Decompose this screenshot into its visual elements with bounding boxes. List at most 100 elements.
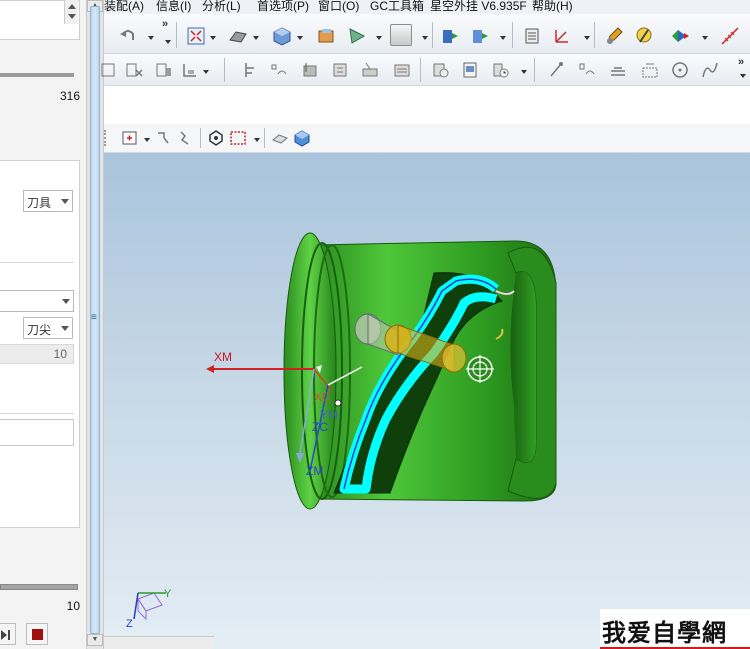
display-mode-dropdown-icon[interactable] bbox=[702, 36, 708, 40]
document-list-icon[interactable] bbox=[522, 26, 542, 46]
lower-value: 10 bbox=[66, 599, 80, 613]
chevron-down-icon bbox=[61, 326, 69, 331]
menu-gc-toolkit[interactable]: GC工具箱 bbox=[370, 0, 424, 14]
measure-icon[interactable] bbox=[180, 60, 200, 80]
upper-slider[interactable] bbox=[0, 73, 74, 77]
method-select[interactable] bbox=[0, 290, 74, 312]
csys-icon[interactable] bbox=[552, 26, 572, 46]
orient-view-dropdown-icon[interactable] bbox=[297, 36, 303, 40]
toolbar-separator bbox=[534, 58, 535, 82]
curve-icon[interactable] bbox=[700, 60, 720, 80]
axis-label-zc: ZC bbox=[312, 420, 328, 434]
undo-dropdown-icon[interactable] bbox=[148, 36, 154, 40]
menu-analysis[interactable]: 分析(L) bbox=[202, 0, 241, 14]
value-field-text: 10 bbox=[53, 347, 67, 361]
display-mode-icon[interactable] bbox=[670, 26, 690, 46]
value-field[interactable]: 10 bbox=[0, 344, 74, 364]
toolbar-separator bbox=[420, 58, 421, 82]
path-4-icon[interactable] bbox=[640, 60, 660, 80]
operation-1-icon[interactable] bbox=[240, 60, 260, 80]
xm-arrow-icon bbox=[206, 365, 214, 373]
toolbar-separator bbox=[512, 22, 513, 48]
orient-view-icon[interactable] bbox=[272, 26, 292, 46]
menu-window[interactable]: 窗口(O) bbox=[318, 0, 359, 14]
box-select-icon[interactable] bbox=[228, 128, 248, 148]
delete-object-icon[interactable] bbox=[124, 60, 144, 80]
toolbar-overflow-icon[interactable]: » bbox=[162, 18, 168, 30]
move-layer-icon[interactable] bbox=[470, 26, 490, 46]
operation-3-icon[interactable] bbox=[300, 60, 320, 80]
output-icon[interactable] bbox=[460, 60, 480, 80]
snap-point-icon[interactable] bbox=[120, 128, 140, 148]
operation-5-icon[interactable] bbox=[360, 60, 380, 80]
measure-dropdown-icon[interactable] bbox=[203, 70, 209, 74]
tool-select[interactable]: 刀具 bbox=[23, 190, 73, 212]
face-analysis-icon[interactable] bbox=[347, 26, 367, 46]
splitter-down-button[interactable]: ▼ bbox=[87, 634, 103, 646]
overflow-dropdown-icon[interactable] bbox=[740, 74, 746, 78]
grip-icon: ≡ bbox=[91, 312, 97, 323]
toolbar-separator bbox=[594, 22, 595, 48]
menu-plugin[interactable]: 星空外挂 V6.935F bbox=[430, 0, 527, 14]
lower-slider[interactable] bbox=[0, 584, 78, 590]
edit-section-icon[interactable] bbox=[316, 26, 336, 46]
tip-select[interactable]: 刀尖 bbox=[23, 317, 73, 339]
operation-2-icon[interactable] bbox=[268, 60, 288, 80]
operation-4-icon[interactable] bbox=[330, 60, 350, 80]
work-layer-icon[interactable] bbox=[440, 26, 460, 46]
toolbar-separator bbox=[176, 22, 177, 48]
object-info-icon[interactable] bbox=[154, 60, 174, 80]
fit-view-icon[interactable] bbox=[186, 26, 206, 46]
menu-info[interactable]: 信息(I) bbox=[156, 0, 191, 14]
toolbar-overflow-icon[interactable]: » bbox=[738, 56, 744, 68]
overflow-dropdown-icon[interactable] bbox=[165, 40, 171, 44]
solid-body-icon[interactable] bbox=[292, 128, 312, 148]
snap-point-dropdown-icon[interactable] bbox=[144, 138, 150, 142]
graphics-viewport[interactable]: XM XC YM ZC ZM Y Z 我爱自學網 bbox=[104, 153, 750, 649]
text-field[interactable] bbox=[0, 419, 74, 446]
upper-value: 316 bbox=[59, 89, 80, 103]
axis-label-xc: XC bbox=[314, 390, 331, 404]
toolbar-row-2: » bbox=[101, 54, 750, 86]
path-3-icon[interactable] bbox=[608, 60, 628, 80]
tip-select-value: 刀尖 bbox=[27, 323, 52, 337]
simulate-icon[interactable] bbox=[430, 60, 450, 80]
circle-point-icon[interactable] bbox=[670, 60, 690, 80]
toolbar-separator bbox=[224, 58, 225, 82]
panel-splitter[interactable]: ▲ ≡ ▼ bbox=[86, 0, 104, 649]
stop-button[interactable] bbox=[26, 623, 48, 645]
operation-6-icon[interactable] bbox=[392, 60, 412, 80]
fit-view-dropdown-icon[interactable] bbox=[210, 36, 216, 40]
layer-dropdown-icon[interactable] bbox=[500, 36, 506, 40]
chevron-down-icon bbox=[61, 199, 69, 204]
hexagon-icon[interactable] bbox=[206, 128, 226, 148]
select-path-icon[interactable] bbox=[176, 128, 196, 148]
path-1-icon[interactable] bbox=[546, 60, 566, 80]
render-style-dropdown-icon[interactable] bbox=[253, 36, 259, 40]
menu-help[interactable]: 帮助(H) bbox=[532, 0, 573, 14]
axis-label-xm: XM bbox=[214, 350, 232, 364]
triad-label-y: Y bbox=[164, 588, 172, 600]
dimension-icon[interactable] bbox=[720, 26, 740, 46]
select-filter-icon[interactable] bbox=[154, 128, 174, 148]
face-analysis-dropdown-icon[interactable] bbox=[376, 36, 382, 40]
menu-preferences[interactable]: 首选项(P) bbox=[257, 0, 309, 14]
background-dropdown-icon[interactable] bbox=[422, 36, 428, 40]
toolbar-row-1: » bbox=[104, 14, 750, 54]
menu-assemblies[interactable]: 装配(A) bbox=[104, 0, 144, 14]
time-dropdown-icon[interactable] bbox=[521, 70, 527, 74]
transform-icon[interactable] bbox=[98, 60, 118, 80]
time-icon[interactable] bbox=[490, 60, 510, 80]
display-edit-icon[interactable] bbox=[634, 26, 654, 46]
list-scrollbar[interactable] bbox=[64, 0, 78, 24]
edit-object-icon[interactable] bbox=[604, 26, 624, 46]
step-forward-button[interactable] bbox=[0, 623, 16, 645]
box-select-dropdown-icon[interactable] bbox=[254, 138, 260, 142]
csys-dropdown-icon[interactable] bbox=[584, 36, 590, 40]
part-model: XM XC YM ZC ZM Y Z bbox=[126, 232, 557, 630]
shaded-part-icon[interactable] bbox=[270, 128, 290, 148]
render-style-icon[interactable] bbox=[228, 26, 248, 46]
undo-icon[interactable] bbox=[118, 26, 138, 46]
path-2-icon[interactable] bbox=[576, 60, 596, 80]
background-icon[interactable] bbox=[390, 24, 412, 46]
